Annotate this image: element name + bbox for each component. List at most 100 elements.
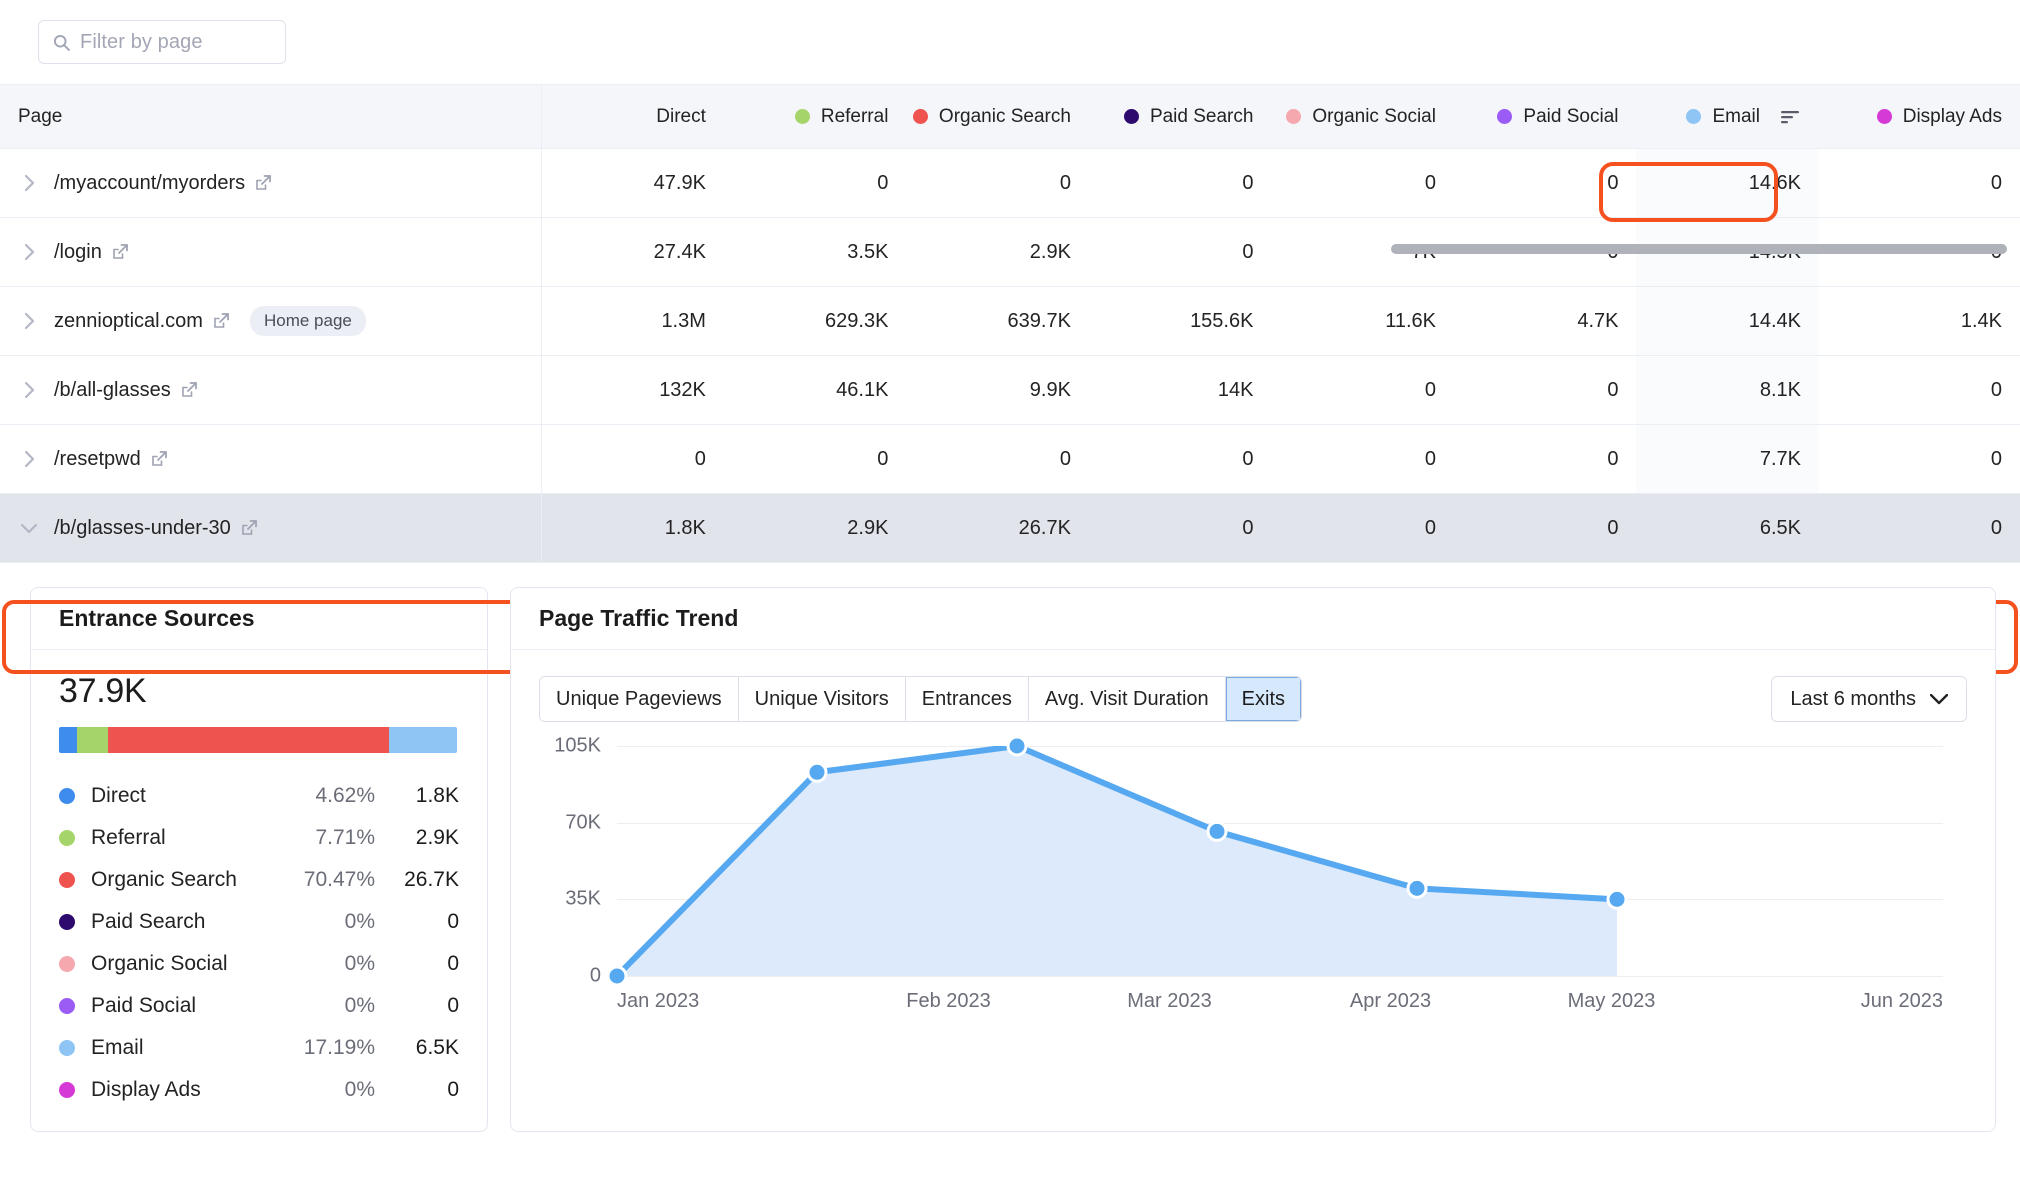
external-link-icon[interactable] xyxy=(254,174,272,192)
column-header-paid-search[interactable]: Paid Search xyxy=(1088,84,1272,149)
metric-tab-unique-visitors[interactable]: Unique Visitors xyxy=(738,677,906,721)
chevron-right-icon[interactable] xyxy=(18,448,40,470)
stacked-bar-segment xyxy=(77,727,109,753)
chevron-down-icon xyxy=(1930,693,1948,704)
search-icon xyxy=(53,34,70,51)
table-cell-page: /b/all-glasses xyxy=(0,355,542,425)
entrance-sources-list: Direct 4.62% 1.8K Referral 7.71% 2.9K Organic … xyxy=(59,775,459,1111)
entrance-source-row[interactable]: Direct 4.62% 1.8K xyxy=(59,775,459,817)
table-row[interactable]: /b/glasses-under-30 1.8K 2.9K 26.7K 0 0 0 6.5K 0 xyxy=(0,493,2020,563)
column-header-paid-social[interactable]: Paid Social xyxy=(1453,84,1637,149)
table-cell-paid-search: 0 xyxy=(1088,217,1272,287)
external-link-icon[interactable] xyxy=(240,519,258,537)
column-header-organic-search[interactable]: Organic Search xyxy=(906,84,1089,149)
metric-tab-entrances[interactable]: Entrances xyxy=(905,677,1029,721)
column-header-direct-label: Direct xyxy=(656,105,706,127)
column-header-organic-search-label: Organic Search xyxy=(938,105,1071,127)
pages-table: Page Direct Referral Organic Search Paid… xyxy=(0,84,2020,563)
entrance-sources-body: 37.9K Direct 4.62% 1.8K Referral 7.71% 2.9K Or… xyxy=(31,650,487,1111)
page-link[interactable]: /b/all-glasses xyxy=(54,379,198,402)
page-link[interactable]: zennioptical.com xyxy=(54,310,230,333)
source-label: Paid Social xyxy=(91,994,197,1017)
table-row[interactable]: /resetpwd 0 0 0 0 0 0 7.7K 0 xyxy=(0,424,2020,494)
column-header-display-ads-label: Display Ads xyxy=(1902,105,2002,127)
table-cell-paid-social: 4.7K xyxy=(1453,286,1637,356)
chart-data-point[interactable] xyxy=(1408,879,1426,897)
date-range-dropdown[interactable]: Last 6 months xyxy=(1771,676,1967,722)
entrance-source-row[interactable]: Display Ads 0% 0 xyxy=(59,1069,459,1111)
page-name: /myaccount/myorders xyxy=(54,171,246,194)
chevron-right-icon[interactable] xyxy=(18,310,40,332)
source-label: Display Ads xyxy=(91,1078,201,1101)
entrance-source-row[interactable]: Paid Social 0% 0 xyxy=(59,985,459,1027)
page-badge: Home page xyxy=(249,306,366,336)
source-color-dot xyxy=(59,788,75,804)
chevron-right-icon[interactable] xyxy=(18,379,40,401)
column-header-paid-search-label: Paid Search xyxy=(1149,105,1254,127)
source-percent: 4.62% xyxy=(315,784,375,807)
table-cell-referral: 2.9K xyxy=(723,493,907,563)
entrance-source-row[interactable]: Referral 7.71% 2.9K xyxy=(59,817,459,859)
chevron-right-icon[interactable] xyxy=(18,241,40,263)
source-percent: 0% xyxy=(344,910,375,933)
page-name: /login xyxy=(54,240,102,263)
page-link[interactable]: /b/glasses-under-30 xyxy=(54,517,258,540)
source-label: Direct xyxy=(91,784,146,807)
table-cell-referral: 46.1K xyxy=(723,355,907,425)
source-color-dot xyxy=(59,872,75,888)
metric-tab-avg-visit-duration[interactable]: Avg. Visit Duration xyxy=(1028,677,1226,721)
table-cell-organic-social: 0 xyxy=(1271,355,1454,425)
chart-data-point[interactable] xyxy=(808,763,826,781)
table-cell-organic-social: 11.6K xyxy=(1271,286,1454,356)
entrance-source-row[interactable]: Organic Search 70.47% 26.7K xyxy=(59,859,459,901)
table-cell-paid-search: 155.6K xyxy=(1088,286,1272,356)
entrance-source-row[interactable]: Paid Search 0% 0 xyxy=(59,901,459,943)
column-header-display-ads[interactable]: Display Ads xyxy=(1819,84,2020,149)
table-row[interactable]: /myaccount/myorders 47.9K 0 0 0 0 0 14.6K 0 xyxy=(0,148,2020,218)
filter-placeholder: Filter by page xyxy=(80,30,203,53)
chart-data-point[interactable] xyxy=(608,967,626,985)
column-header-organic-social[interactable]: Organic Social xyxy=(1271,84,1454,149)
source-value: 0 xyxy=(447,910,459,933)
chevron-down-icon[interactable] xyxy=(18,517,40,539)
entrance-sources-title: Entrance Sources xyxy=(59,605,255,631)
column-header-referral[interactable]: Referral xyxy=(723,84,907,149)
table-cell-page: zennioptical.com Home page xyxy=(0,286,542,356)
chart-x-tick-label: Feb 2023 xyxy=(906,990,991,1012)
chart-y-tick-label: 35K xyxy=(565,887,601,910)
table-row[interactable]: zennioptical.com Home page 1.3M 629.3K 639.7… xyxy=(0,286,2020,356)
table-row[interactable]: /b/all-glasses 132K 46.1K 9.9K 14K 0 0 8.1K 0 xyxy=(0,355,2020,425)
external-link-icon[interactable] xyxy=(111,243,129,261)
page-link[interactable]: /login xyxy=(54,241,129,264)
table-cell-direct: 132K xyxy=(541,355,724,425)
table-header: Page Direct Referral Organic Search Paid… xyxy=(0,84,2020,149)
chart-data-point[interactable] xyxy=(1608,890,1626,908)
table-cell-display-ads: 1.4K xyxy=(1819,286,2020,356)
entrance-source-row[interactable]: Organic Social 0% 0 xyxy=(59,943,459,985)
metric-tab-exits[interactable]: Exits xyxy=(1225,677,1301,721)
horizontal-scrollbar[interactable] xyxy=(1391,244,2007,254)
table-cell-paid-social: 0 xyxy=(1453,493,1637,563)
column-header-page[interactable]: Page xyxy=(0,84,542,149)
chart-data-point[interactable] xyxy=(1008,737,1026,755)
page-link[interactable]: /resetpwd xyxy=(54,448,168,471)
column-header-direct[interactable]: Direct xyxy=(541,84,724,149)
chart-data-point[interactable] xyxy=(1208,822,1226,840)
chart-x-tick-label: Jan 2023 xyxy=(617,990,700,1012)
external-link-icon[interactable] xyxy=(212,312,230,330)
sort-descending-icon[interactable] xyxy=(1781,110,1801,124)
table-cell-page: /myaccount/myorders xyxy=(0,148,542,218)
column-header-paid-social-label: Paid Social xyxy=(1523,105,1619,127)
table-cell-email: 14.4K xyxy=(1636,286,1819,356)
column-header-email[interactable]: Email xyxy=(1636,84,1819,149)
external-link-icon[interactable] xyxy=(180,381,198,399)
entrance-source-row[interactable]: Email 17.19% 6.5K xyxy=(59,1027,459,1069)
external-link-icon[interactable] xyxy=(150,450,168,468)
table-cell-email: 6.5K xyxy=(1636,493,1819,563)
page-link[interactable]: /myaccount/myorders xyxy=(54,172,272,195)
table-cell-display-ads: 0 xyxy=(1819,424,2020,494)
metric-tab-unique-pageviews[interactable]: Unique Pageviews xyxy=(540,677,739,721)
table-cell-referral: 3.5K xyxy=(723,217,907,287)
filter-by-page-input[interactable]: Filter by page xyxy=(38,20,286,64)
chevron-right-icon[interactable] xyxy=(18,172,40,194)
